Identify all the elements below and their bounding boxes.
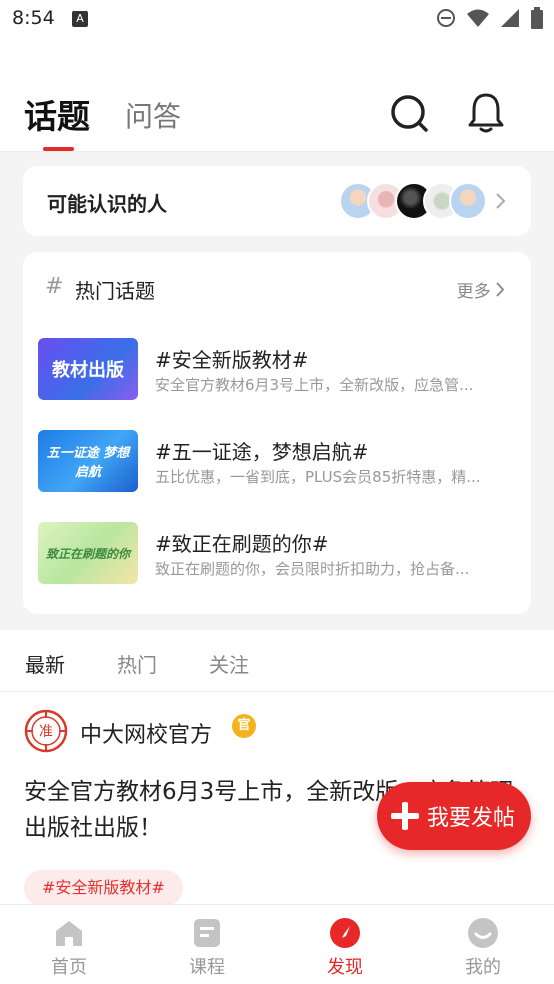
topic-thumbnail-text: 致正在刷题的你 — [45, 546, 130, 561]
post-tag[interactable]: #安全新版教材# — [24, 870, 183, 906]
post-author[interactable]: 中大网校官方 — [80, 717, 212, 749]
nav-discover[interactable]: 发现 — [276, 905, 414, 984]
status-time: 8:54 — [12, 7, 55, 29]
nav-label: 我的 — [465, 957, 501, 978]
official-badge: 官 — [232, 714, 256, 738]
nav-courses[interactable]: 课程 — [138, 905, 276, 984]
feed-tabs: 最新 热门 关注 — [0, 630, 554, 692]
battery-icon — [531, 7, 543, 29]
plus-icon — [391, 802, 419, 830]
author-avatar[interactable]: 准 — [24, 709, 68, 753]
chevron-right-icon — [496, 282, 505, 297]
bottom-nav: 首页 课程 发现 我的 — [0, 904, 554, 984]
tab-hot[interactable]: 热门 — [117, 649, 157, 678]
chevron-right-icon — [496, 193, 506, 209]
author-avatar-text: 准 — [39, 724, 53, 740]
top-bar: 话题 问答 — [0, 38, 554, 152]
hash-icon: # — [45, 274, 64, 299]
hot-topic-item[interactable]: 五一证途 梦想启航 #五一证途，梦想启航# 五比优惠，一省到底，PLUS会员85… — [38, 430, 516, 492]
topic-desc: 安全官方教材6月3号上市，全新改版，应急管... — [155, 376, 474, 394]
tab-active-indicator — [43, 147, 74, 151]
more-label: 更多 — [456, 282, 491, 302]
hot-topic-item[interactable]: 致正在刷题的你 #致正在刷题的你# 致正在刷题的你，会员限时折扣助力，抢占备..… — [38, 522, 516, 584]
status-bar: 8:54 A — [0, 0, 554, 38]
avatar-stack — [339, 182, 489, 220]
people-card-title: 可能认识的人 — [47, 192, 167, 216]
profile-icon — [468, 918, 498, 948]
topic-thumbnail: 教材出版 — [38, 338, 138, 400]
nav-profile[interactable]: 我的 — [414, 905, 552, 984]
topic-thumbnail: 致正在刷题的你 — [38, 522, 138, 584]
tab-topics[interactable]: 话题 — [24, 90, 90, 138]
new-post-label: 我要发帖 — [427, 806, 516, 831]
nav-home[interactable]: 首页 — [0, 905, 138, 984]
topic-desc: 致正在刷题的你，会员限时折扣助力，抢占备... — [155, 560, 470, 578]
people-you-may-know-card[interactable]: 可能认识的人 — [23, 166, 531, 236]
topic-desc: 五比优惠，一省到底，PLUS会员85折特惠，精... — [155, 468, 481, 486]
notification-icon: A — [72, 11, 88, 27]
topic-title: #五一证途，梦想启航# — [155, 440, 369, 464]
signal-icon — [501, 9, 519, 27]
hot-topics-card: # 热门话题 更多 教材出版 #安全新版教材# 安全官方教材6月3号上市，全新改… — [23, 252, 531, 614]
discover-icon — [330, 918, 360, 948]
topic-thumbnail-text: 五一证途 梦想启航 — [46, 446, 130, 480]
nav-label: 课程 — [189, 957, 225, 978]
tab-qa[interactable]: 问答 — [125, 95, 181, 135]
home-icon — [56, 921, 82, 946]
status-icons — [436, 6, 544, 30]
hot-topics-title: 热门话题 — [75, 279, 155, 303]
topic-title: #致正在刷题的你# — [155, 532, 329, 556]
hot-topic-item[interactable]: 教材出版 #安全新版教材# 安全官方教材6月3号上市，全新改版，应急管... — [38, 338, 516, 400]
tab-latest[interactable]: 最新 — [25, 649, 65, 678]
dnd-icon — [437, 9, 455, 27]
topic-title: #安全新版教材# — [155, 348, 309, 372]
course-icon — [194, 919, 220, 947]
tab-following[interactable]: 关注 — [209, 649, 249, 678]
nav-label: 首页 — [51, 957, 87, 978]
nav-label: 发现 — [327, 957, 363, 978]
bell-icon[interactable] — [466, 92, 506, 134]
wifi-icon — [467, 9, 489, 27]
more-link[interactable]: 更多 — [457, 277, 505, 302]
search-icon[interactable] — [389, 93, 429, 133]
new-post-button[interactable]: 我要发帖 — [377, 782, 531, 850]
avatar — [449, 182, 487, 220]
topic-thumbnail-text: 教材出版 — [52, 360, 124, 381]
topic-thumbnail: 五一证途 梦想启航 — [38, 430, 138, 492]
